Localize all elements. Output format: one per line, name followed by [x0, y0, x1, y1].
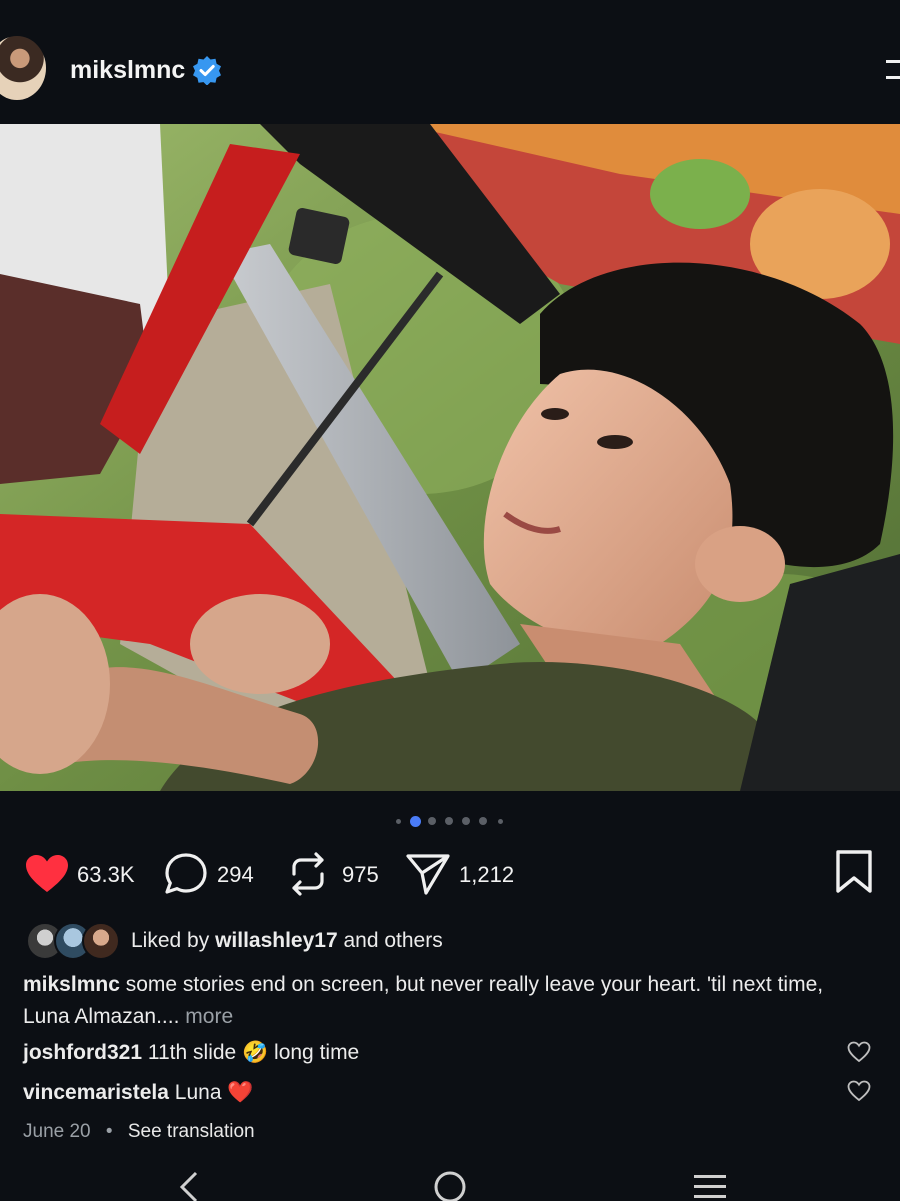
- verified-icon: [193, 56, 221, 85]
- comment-username[interactable]: vincemaristela: [23, 1081, 169, 1104]
- repost-icon[interactable]: [288, 852, 328, 896]
- carousel-dot: [462, 817, 470, 825]
- comment-like-icon[interactable]: [847, 1080, 871, 1102]
- see-translation-link[interactable]: See translation: [128, 1121, 255, 1142]
- heart-icon[interactable]: [24, 854, 70, 894]
- carousel-dot: [445, 817, 453, 825]
- reposts-count[interactable]: 975: [342, 862, 379, 888]
- caption-username[interactable]: mikslmnc: [23, 973, 120, 996]
- menu-icon[interactable]: [882, 56, 900, 84]
- action-bar: 63.3K 294 975 1,212: [0, 848, 900, 900]
- post-caption: mikslmnc some stories end on screen, but…: [23, 969, 873, 1033]
- username[interactable]: mikslmnc: [70, 56, 185, 85]
- liked-by-user[interactable]: willashley17: [215, 929, 338, 952]
- comment-text: Luna ❤️: [174, 1081, 254, 1104]
- system-nav-bar: [0, 1165, 900, 1201]
- post-meta: June 20 • See translation: [23, 1121, 255, 1143]
- comment-username[interactable]: joshford321: [23, 1041, 142, 1064]
- meta-separator: •: [105, 1121, 113, 1142]
- comments-count[interactable]: 294: [217, 862, 254, 888]
- shares-count[interactable]: 1,212: [459, 862, 514, 888]
- comment-icon[interactable]: [163, 852, 209, 896]
- liker-avatar: [82, 922, 120, 960]
- avatar[interactable]: [0, 36, 46, 100]
- liked-by-prefix: Liked by: [131, 929, 210, 952]
- carousel-dot: [479, 817, 487, 825]
- liked-by-row[interactable]: Liked by willashley17 and others: [0, 920, 900, 960]
- carousel-dot: [428, 817, 436, 825]
- recents-icon[interactable]: [692, 1171, 728, 1199]
- home-icon[interactable]: [432, 1169, 468, 1201]
- post-photo[interactable]: [0, 124, 900, 791]
- likes-count[interactable]: 63.3K: [77, 862, 135, 888]
- bookmark-icon[interactable]: [835, 850, 873, 894]
- share-icon[interactable]: [405, 852, 451, 896]
- comment-item: joshford321 11th slide 🤣 long time: [23, 1041, 359, 1065]
- comment-like-icon[interactable]: [847, 1041, 871, 1063]
- comment-text: 11th slide 🤣 long time: [147, 1041, 360, 1064]
- carousel-dot: [395, 818, 401, 824]
- carousel-dot: [409, 815, 421, 827]
- post-header: mikslmnc: [0, 0, 900, 124]
- carousel-dot: [497, 818, 503, 824]
- post-date: June 20: [23, 1121, 91, 1142]
- caption-text: some stories end on screen, but never re…: [23, 973, 824, 1028]
- comment-item: vincemaristela Luna ❤️: [23, 1081, 253, 1105]
- carousel-indicator: [0, 814, 900, 827]
- back-icon[interactable]: [176, 1171, 202, 1201]
- more-link[interactable]: more: [185, 1005, 233, 1028]
- liked-by-text: Liked by willashley17 and others: [131, 929, 443, 953]
- post-image: [0, 124, 900, 791]
- liked-by-suffix[interactable]: and others: [343, 929, 442, 952]
